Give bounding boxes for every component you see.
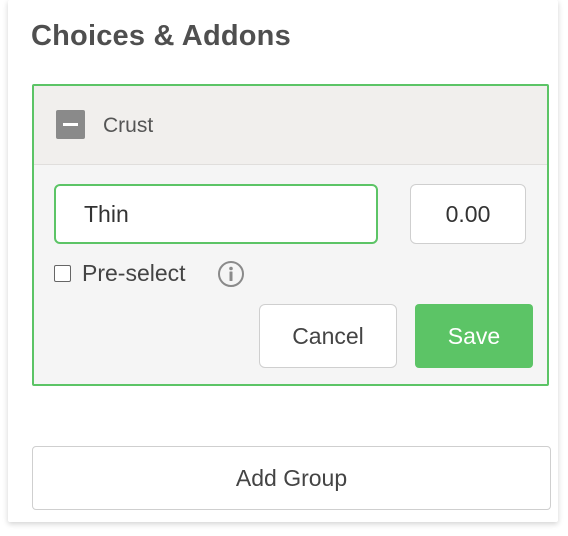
minus-square-icon[interactable] <box>56 110 85 139</box>
choices-addons-card: Choices & Addons Crust Pre-select Cancel… <box>8 0 558 522</box>
group-name: Crust <box>103 114 154 137</box>
addon-group-editor: Crust Pre-select Cancel Save <box>32 84 549 386</box>
preselect-option[interactable]: Pre-select <box>54 260 186 287</box>
group-header[interactable]: Crust <box>34 86 547 165</box>
choice-name-input[interactable] <box>54 184 378 244</box>
choice-price-input[interactable] <box>410 184 526 244</box>
preselect-checkbox[interactable] <box>54 265 71 282</box>
info-circle-icon[interactable] <box>217 260 245 288</box>
cancel-button[interactable]: Cancel <box>259 304 397 368</box>
add-group-button[interactable]: Add Group <box>32 446 551 510</box>
save-button[interactable]: Save <box>415 304 533 368</box>
preselect-label: Pre-select <box>82 260 186 286</box>
section-title: Choices & Addons <box>31 20 291 52</box>
